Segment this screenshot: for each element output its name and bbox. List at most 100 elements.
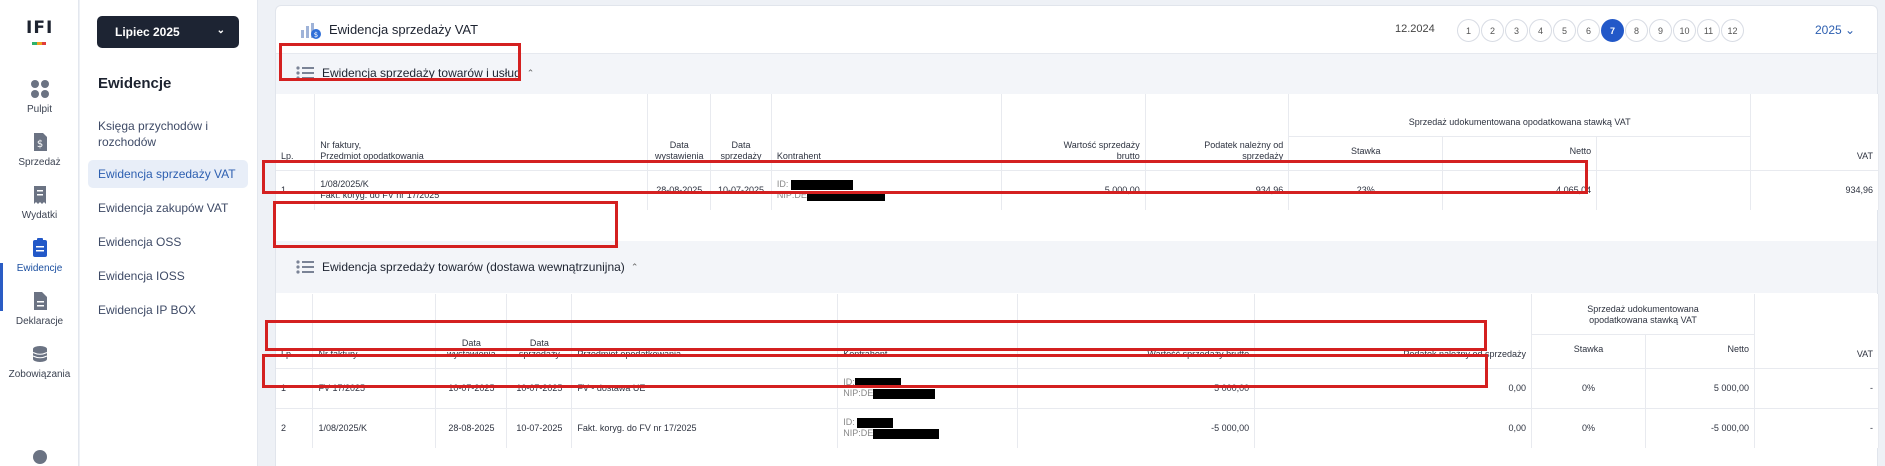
dashboard-icon bbox=[30, 80, 49, 98]
col-vat: VAT bbox=[1750, 94, 1879, 170]
sidebar-item-ioss[interactable]: Ewidencja IOSS bbox=[88, 262, 248, 290]
id-label: ID: bbox=[776, 179, 789, 190]
cell-kontrahent: ID: NIP:DE bbox=[837, 407, 1019, 448]
col-kontrahent: Kontrahent bbox=[837, 294, 1019, 368]
month-pill-1[interactable]: 1 bbox=[1457, 19, 1480, 42]
month-pill-10[interactable]: 10 bbox=[1673, 19, 1696, 42]
rail-item-more[interactable] bbox=[0, 446, 79, 466]
col-data-wystawienia: Data wystawienia bbox=[647, 94, 712, 170]
year-value: 2025 bbox=[1815, 23, 1842, 37]
month-pill-7[interactable]: 7 bbox=[1601, 19, 1624, 42]
month-pill-5[interactable]: 5 bbox=[1553, 19, 1576, 42]
col-vat-sub bbox=[1596, 135, 1752, 170]
month-pill-12[interactable]: 12 bbox=[1721, 19, 1744, 42]
month-pill-9[interactable]: 9 bbox=[1649, 19, 1672, 42]
month-pill-3[interactable]: 3 bbox=[1505, 19, 1528, 42]
col-data-wystawienia: Data wystawienia bbox=[435, 294, 508, 368]
col-nr-line1: Nr faktury, bbox=[320, 139, 362, 150]
table-row[interactable]: 2 1/08/2025/K 28-08-2025 10-07-2025 Fakt… bbox=[276, 407, 1880, 448]
nip-label: NIP:DE bbox=[843, 388, 874, 398]
clipboard-icon bbox=[32, 238, 47, 257]
month-pill-11[interactable]: 11 bbox=[1697, 19, 1720, 42]
col-przedmiot: Przedmiot opodatkowania bbox=[571, 294, 839, 368]
rail-item-pulpit[interactable]: Pulpit bbox=[0, 78, 79, 115]
svg-text:$: $ bbox=[314, 31, 318, 39]
col-lp: Lp. bbox=[276, 94, 316, 170]
cell-stawka: 23% bbox=[1288, 169, 1444, 210]
rail-item-wydatki[interactable]: Wydatki bbox=[0, 184, 79, 221]
app-logo[interactable]: IFI bbox=[26, 18, 54, 48]
sidebar-item-ksiega[interactable]: Księga przychodów i rozchodów bbox=[88, 112, 248, 156]
rail-item-zobowiazania[interactable]: Zobowiązania bbox=[0, 343, 79, 380]
month-pill-6[interactable]: 6 bbox=[1577, 19, 1600, 42]
month-selector-button[interactable]: Lipiec 2025 ⌄ bbox=[97, 16, 239, 48]
rail-item-sprzedaz[interactable]: $ Sprzedaż bbox=[0, 131, 79, 168]
month-pill-4[interactable]: 4 bbox=[1529, 19, 1552, 42]
table-row[interactable]: 1 FV 17/2025 10-07-2025 10-07-2025 FV - … bbox=[276, 367, 1880, 408]
document-icon bbox=[33, 292, 47, 310]
cell-wartosc: -5 000,00 bbox=[1017, 407, 1256, 448]
logo-text: IFI bbox=[26, 18, 54, 38]
col-group-vat: Sprzedaż udokumentowana opodatkowana sta… bbox=[1531, 294, 1755, 334]
col-netto: Netto bbox=[1645, 333, 1755, 368]
previous-period-link[interactable]: 12.2024 bbox=[1395, 23, 1435, 35]
section2-toggle[interactable]: Ewidencja sprzedaży towarów (dostawa wew… bbox=[296, 252, 638, 282]
receipt-icon bbox=[33, 186, 46, 204]
cell-netto: 4 065,04 bbox=[1442, 169, 1598, 210]
sidebar-item-oss[interactable]: Ewidencja OSS bbox=[88, 228, 248, 256]
page-header: $ Ewidencja sprzedaży VAT 12.2024 123456… bbox=[276, 6, 1877, 54]
rail-label: Wydatki bbox=[21, 210, 58, 221]
cell-podatek: 0,00 bbox=[1254, 367, 1532, 408]
section2-title: Ewidencja sprzedaży towarów (dostawa wew… bbox=[322, 260, 625, 274]
col-data-sprzedazy: Data sprzedaży bbox=[710, 94, 772, 170]
cell-vat: - bbox=[1754, 407, 1880, 448]
nip-label: NIP:DE bbox=[843, 428, 874, 439]
cell-vat bbox=[1596, 169, 1752, 210]
cell-netto: 5 000,00 bbox=[1645, 367, 1755, 408]
rail-label: Zobowiązania bbox=[8, 369, 71, 380]
year-selector[interactable]: 2025 ⌄ bbox=[1815, 23, 1855, 37]
sidebar-item-ip-box[interactable]: Ewidencja IP BOX bbox=[88, 296, 248, 324]
cell-stawka: 0% bbox=[1531, 367, 1646, 408]
col-wartosc-brutto: Wartość sprzedaży brutto bbox=[1017, 294, 1256, 368]
col-nr-faktury: Nr faktury bbox=[312, 294, 437, 368]
section2-table: Lp. Nr faktury Data wystawienia Data spr… bbox=[276, 294, 1880, 448]
cell-lp: 1 bbox=[276, 367, 314, 408]
month-pill-2[interactable]: 2 bbox=[1481, 19, 1504, 42]
chevron-up-icon: ⌃ bbox=[526, 67, 535, 78]
section1-toggle[interactable]: Ewidencja sprzedaży towarów i usług ⌃ bbox=[296, 58, 534, 88]
redacted-block bbox=[806, 190, 885, 201]
col-stawka: Stawka bbox=[1531, 333, 1646, 368]
redacted-block bbox=[790, 179, 853, 190]
chevron-down-icon: ⌄ bbox=[1845, 23, 1856, 37]
sidebar-item-sprzedaz-vat[interactable]: Ewidencja sprzedaży VAT bbox=[88, 160, 248, 188]
sidebar-item-zakupy-vat[interactable]: Ewidencja zakupów VAT bbox=[88, 194, 248, 222]
invoice-dollar-icon: $ bbox=[33, 133, 47, 151]
svg-text:$: $ bbox=[36, 139, 42, 150]
cell-data-sprz: 10-07-2025 bbox=[506, 367, 573, 408]
month-pill-8[interactable]: 8 bbox=[1625, 19, 1648, 42]
rail-item-ewidencje[interactable]: Ewidencje bbox=[0, 237, 79, 274]
cell-podatek: 0,00 bbox=[1254, 407, 1532, 448]
redacted-block bbox=[873, 388, 936, 399]
cell-lp: 1 bbox=[276, 169, 316, 210]
chevron-down-icon: ⌄ bbox=[216, 25, 225, 36]
rail-label: Ewidencje bbox=[16, 263, 63, 274]
cell-data-wyst: 10-07-2025 bbox=[435, 367, 508, 408]
cell-data-wyst: 28-08-2025 bbox=[435, 407, 508, 448]
col-podatek-nalezny: Podatek należny od sprzedaży bbox=[1254, 294, 1532, 368]
nip-label: NIP:DE bbox=[776, 190, 807, 201]
col-kontrahent: Kontrahent bbox=[771, 94, 1003, 170]
cell-stawka: 0% bbox=[1531, 407, 1646, 448]
rail-item-deklaracje[interactable]: Deklaracje bbox=[0, 290, 79, 327]
table-row[interactable]: 1 1/08/2025/K Fakt. koryg. do FV nr 17/20… bbox=[276, 169, 1879, 210]
rail-label: Deklaracje bbox=[15, 316, 64, 327]
redacted-block bbox=[857, 417, 894, 428]
cell-lp: 2 bbox=[276, 407, 314, 448]
col-lp: Lp. bbox=[276, 294, 314, 368]
cell-wartosc: 5 000,00 bbox=[1017, 367, 1256, 408]
col-data-sprzedazy: Data sprzedaży bbox=[506, 294, 573, 368]
col-group-vat: Sprzedaż udokumentowana opodatkowana sta… bbox=[1288, 94, 1752, 136]
page-title: Ewidencja sprzedaży VAT bbox=[329, 22, 479, 37]
col-stawka: Stawka bbox=[1288, 135, 1444, 170]
